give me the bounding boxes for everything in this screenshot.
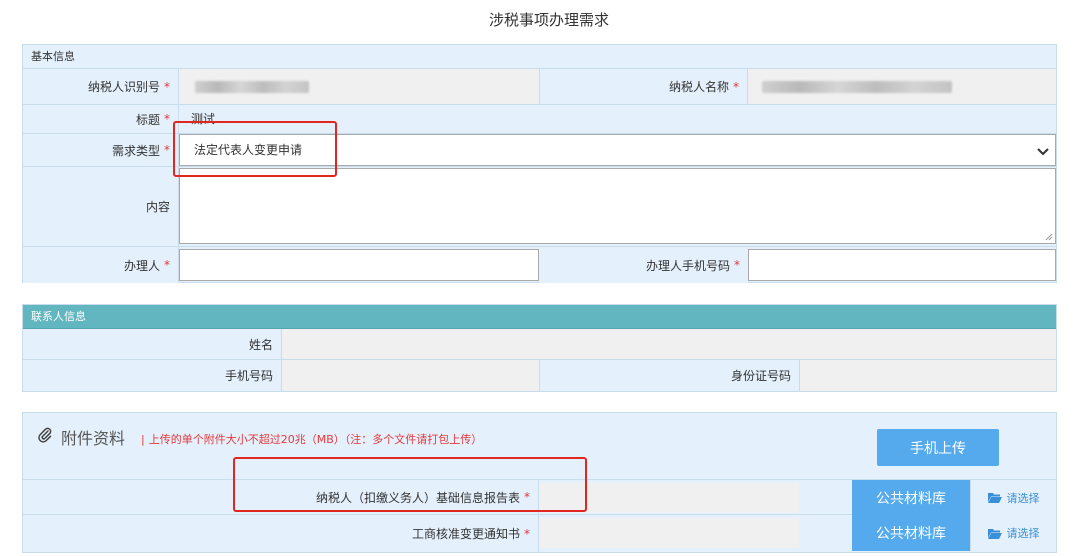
contact-phone-label: 手机号码 [23,360,282,391]
page-title: 涉税事项办理需求 [488,11,609,29]
attachments-section: 附件资料 | 上传的单个附件大小不超过20兆（MB）（注：多个文件请打包上传） 手… [22,412,1057,553]
folder-open-icon [987,528,1002,539]
content-label: 内容 [23,167,179,246]
row-taxpayer: 纳税人识别号 * 纳税人名称 * [23,69,1056,105]
attachment-file-field [539,518,799,548]
contact-info-header: 联系人信息 [23,305,1056,329]
request-type-label: 需求类型 * [23,134,179,166]
contact-name-field [282,329,1056,359]
choose-file-button[interactable]: 请选择 [970,515,1056,551]
contact-name-label: 姓名 [23,329,282,359]
redacted-value [762,80,952,93]
title-field[interactable]: 测试 [179,105,1056,133]
page: 涉税事项办理需求 基本信息 纳税人识别号 * 纳税人名称 * 标题 * 测试 需… [0,0,1080,556]
row-content: 内容 [23,167,1056,247]
mobile-upload-button[interactable]: 手机上传 [877,429,999,466]
public-library-button[interactable]: 公共材料库 [852,515,970,551]
attachments-header: 附件资料 | 上传的单个附件大小不超过20兆（MB）（注：多个文件请打包上传） 手… [23,413,1056,479]
content-textarea[interactable] [179,168,1056,244]
row-contact-name: 姓名 [23,329,1056,360]
basic-info-header: 基本信息 [23,45,1056,69]
handler-phone-label: 办理人手机号码 * [539,247,748,283]
title-value: 测试 [191,112,216,126]
handler-phone-input[interactable] [748,249,1056,281]
public-library-button[interactable]: 公共材料库 [852,480,970,515]
handler-label: 办理人 * [23,247,179,283]
row-request-type: 需求类型 * 法定代表人变更申请 [23,134,1056,167]
taxpayer-name-field [748,69,1056,104]
row-title: 标题 * 测试 [23,105,1056,134]
taxpayer-id-label: 纳税人识别号 * [23,69,179,104]
request-type-selected: 法定代表人变更申请 [194,143,303,157]
attachment-label: 工商核准变更通知书 * [23,515,539,552]
attachment-row: 工商核准变更通知书 * 公共材料库 请选择 [23,515,1056,552]
folder-open-icon [987,493,1002,503]
attachment-file-field [539,483,799,513]
attachments-note: | 上传的单个附件大小不超过20兆（MB）（注：多个文件请打包上传） [141,433,483,446]
contact-id-field [800,360,1056,391]
redacted-value [195,80,309,93]
taxpayer-name-label: 纳税人名称 * [539,69,748,104]
chevron-down-icon [1037,148,1049,156]
row-handler: 办理人 * 办理人手机号码 * [23,247,1056,283]
attachment-label: 纳税人（扣缴义务人）基础信息报告表 * [23,480,539,514]
basic-info-section: 基本信息 纳税人识别号 * 纳税人名称 * 标题 * 测试 需求类型 * 法定代… [22,44,1057,283]
title-label: 标题 * [23,105,179,133]
contact-id-label: 身份证号码 [539,360,800,391]
taxpayer-id-field [179,69,539,104]
request-type-select[interactable]: 法定代表人变更申请 [179,134,1056,166]
resize-handle-icon[interactable] [1045,233,1053,241]
handler-input[interactable] [179,249,539,281]
contact-phone-field [282,360,539,391]
contact-info-section: 联系人信息 姓名 手机号码 身份证号码 [22,304,1057,392]
row-contact-phone: 手机号码 身份证号码 [23,360,1056,391]
choose-file-button[interactable]: 请选择 [970,480,1056,515]
attachment-row: 纳税人（扣缴义务人）基础信息报告表 * 公共材料库 请选择 [23,479,1056,515]
